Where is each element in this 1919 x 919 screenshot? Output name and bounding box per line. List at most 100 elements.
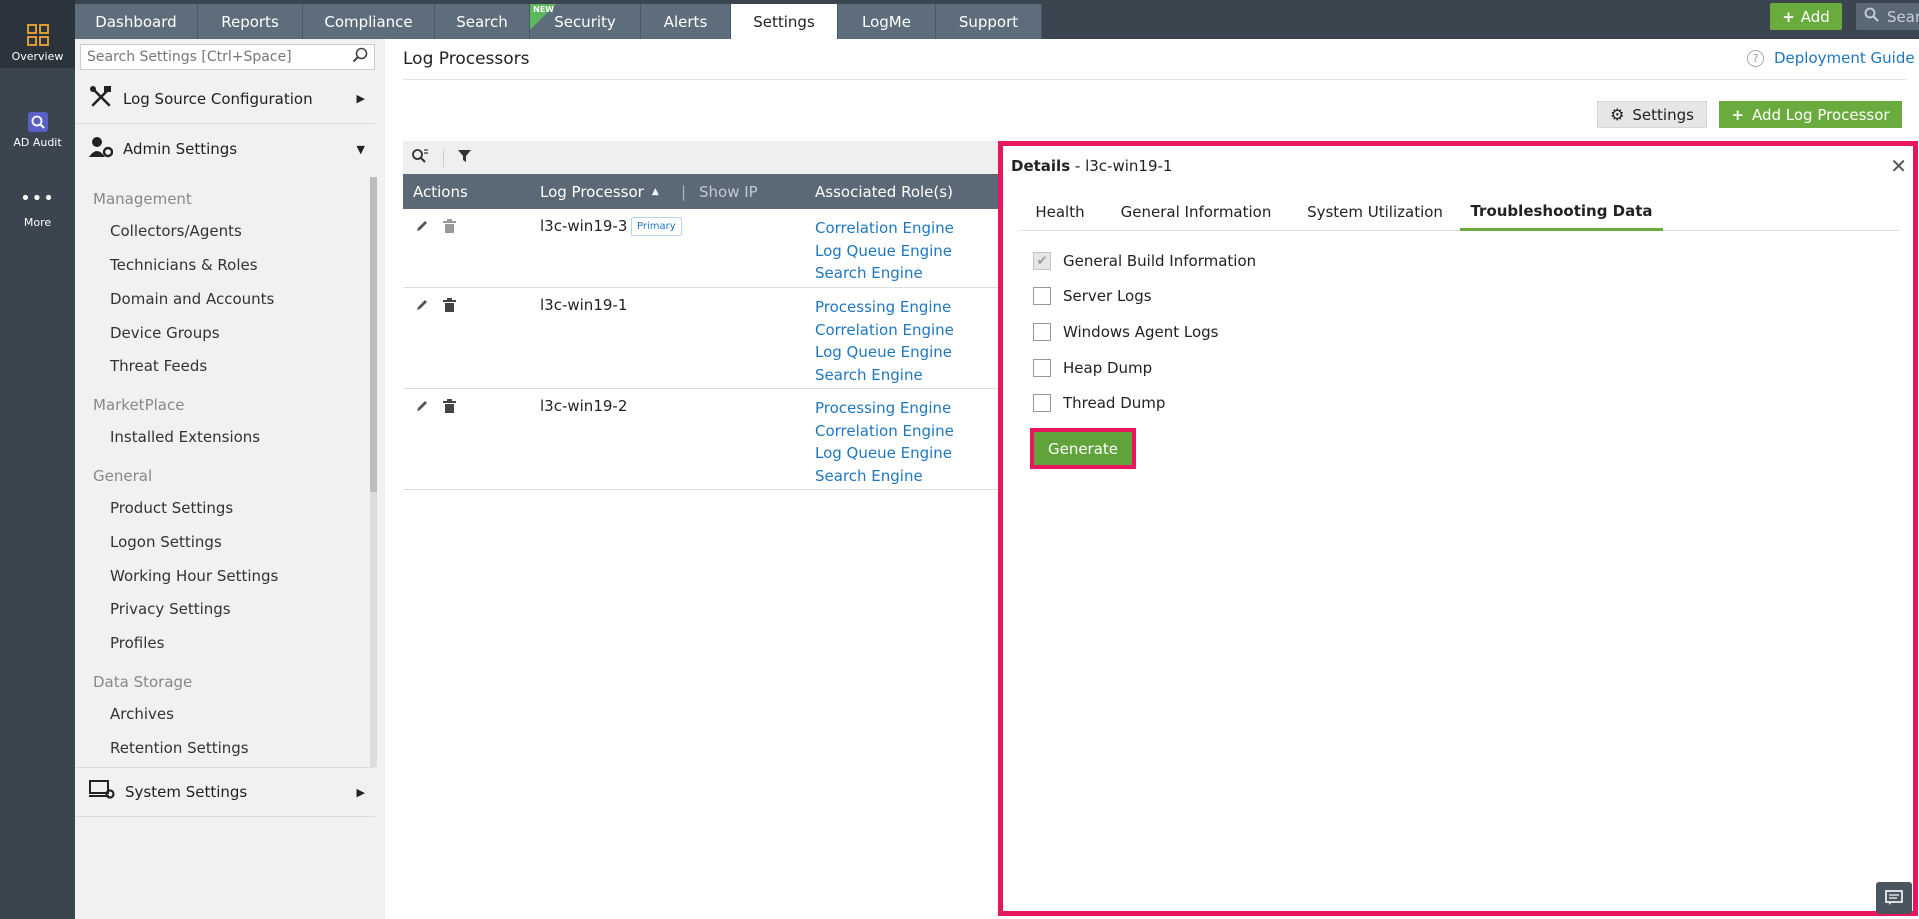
settings-button[interactable]: ⚙ Settings: [1597, 101, 1707, 128]
option-label: General Build Information: [1063, 252, 1257, 270]
tab-system-utilization[interactable]: System Utilization: [1290, 193, 1460, 231]
link-logon-settings[interactable]: Logon Settings: [110, 533, 222, 551]
page-title: Log Processors: [403, 49, 530, 69]
tab-general-information[interactable]: General Information: [1102, 193, 1290, 231]
role-link[interactable]: Search Engine: [815, 364, 954, 387]
trash-icon[interactable]: [443, 399, 456, 417]
section-log-source-configuration[interactable]: Log Source Configuration ▶: [75, 74, 375, 124]
checkbox[interactable]: [1033, 394, 1051, 412]
option-thread-dump[interactable]: Thread Dump: [1033, 394, 1165, 412]
checkbox[interactable]: [1033, 287, 1051, 305]
rail-ad-audit[interactable]: AD Audit: [0, 112, 75, 157]
details-subtitle: - l3c-win19-1: [1070, 157, 1173, 175]
monitor-gear-icon: [89, 779, 115, 805]
deployment-guide-link[interactable]: ? Deployment Guide: [1747, 49, 1915, 67]
divider: [403, 79, 1907, 80]
option-label: Thread Dump: [1063, 394, 1166, 412]
role-link[interactable]: Processing Engine: [815, 296, 954, 319]
help-icon: ?: [1747, 49, 1764, 67]
link-threat-feeds[interactable]: Threat Feeds: [110, 357, 207, 375]
group-label-management: Management: [93, 190, 192, 208]
link-profiles[interactable]: Profiles: [110, 634, 164, 652]
chat-icon[interactable]: [1876, 882, 1912, 914]
row-actions: [415, 219, 456, 237]
search-filter-icon[interactable]: [411, 148, 429, 168]
user-gear-icon: [89, 135, 114, 163]
tab-logme[interactable]: LogMe: [838, 4, 936, 39]
column-log-processor[interactable]: Log Processor ▲: [540, 174, 659, 209]
caret-right-icon: ▶: [356, 92, 365, 105]
section-admin-settings[interactable]: Admin Settings ▼: [75, 124, 375, 174]
option-heap-dump[interactable]: Heap Dump: [1033, 359, 1152, 377]
edit-icon[interactable]: [415, 399, 429, 417]
role-link[interactable]: Log Queue Engine: [815, 240, 954, 263]
role-link[interactable]: Log Queue Engine: [815, 341, 954, 364]
tab-troubleshooting-data[interactable]: Troubleshooting Data: [1460, 193, 1663, 231]
settings-search-placeholder: Search Settings [Ctrl+Space]: [87, 49, 292, 65]
link-technicians-roles[interactable]: Technicians & Roles: [110, 256, 258, 274]
sort-asc-icon: ▲: [651, 186, 659, 197]
trash-icon[interactable]: [443, 219, 456, 237]
global-search-placeholder: Search: [1887, 7, 1919, 26]
generate-button[interactable]: Generate: [1034, 432, 1132, 465]
role-link[interactable]: Search Engine: [815, 262, 954, 285]
tab-reports[interactable]: Reports: [198, 4, 303, 39]
tab-compliance[interactable]: Compliance: [303, 4, 435, 39]
role-link[interactable]: Correlation Engine: [815, 217, 954, 240]
link-privacy-settings[interactable]: Privacy Settings: [110, 600, 231, 618]
filter-icon[interactable]: [458, 149, 471, 167]
link-installed-extensions[interactable]: Installed Extensions: [110, 428, 260, 446]
checkbox[interactable]: [1033, 359, 1051, 377]
group-label-data-storage: Data Storage: [93, 673, 193, 691]
new-badge-text: NEW: [533, 5, 554, 14]
link-working-hour-settings[interactable]: Working Hour Settings: [110, 567, 278, 585]
checkbox[interactable]: [1033, 323, 1051, 341]
settings-button-label: Settings: [1632, 105, 1694, 124]
add-log-processor-button[interactable]: + Add Log Processor: [1719, 101, 1902, 128]
link-product-settings[interactable]: Product Settings: [110, 499, 233, 517]
settings-search-input[interactable]: Search Settings [Ctrl+Space]: [80, 44, 375, 70]
option-windows-agent-logs[interactable]: Windows Agent Logs: [1033, 323, 1219, 341]
section-system-settings[interactable]: System Settings ▶: [75, 767, 375, 817]
plus-icon: +: [1731, 105, 1744, 124]
link-collectors-agents[interactable]: Collectors/Agents: [110, 222, 242, 240]
role-link[interactable]: Correlation Engine: [815, 420, 954, 443]
option-server-logs[interactable]: Server Logs: [1033, 287, 1152, 305]
link-device-groups[interactable]: Device Groups: [110, 324, 220, 342]
tab-alerts[interactable]: Alerts: [641, 4, 731, 39]
role-link[interactable]: Search Engine: [815, 465, 954, 488]
edit-icon[interactable]: [415, 219, 429, 237]
sidebar-scroll-thumb[interactable]: [370, 177, 377, 492]
tab-security[interactable]: NEW Security: [530, 4, 641, 39]
link-archives[interactable]: Archives: [110, 705, 174, 723]
role-link[interactable]: Log Queue Engine: [815, 442, 954, 465]
add-button[interactable]: + Add: [1770, 3, 1842, 30]
tab-settings[interactable]: Settings: [731, 4, 838, 39]
toolbar-separator: [443, 148, 444, 167]
dots-icon: •••: [20, 188, 55, 209]
tab-health[interactable]: Health: [1018, 193, 1102, 231]
link-domain-accounts[interactable]: Domain and Accounts: [110, 290, 274, 308]
role-link[interactable]: Correlation Engine: [815, 319, 954, 342]
link-retention-settings[interactable]: Retention Settings: [110, 739, 249, 757]
edit-icon[interactable]: [415, 298, 429, 316]
close-icon[interactable]: ✕: [1890, 154, 1907, 178]
role-link[interactable]: Processing Engine: [815, 397, 954, 420]
tab-support[interactable]: Support: [936, 4, 1042, 39]
left-rail: Overview AD Audit ••• More: [0, 0, 75, 919]
magnifier-icon: [0, 112, 75, 132]
show-ip-toggle[interactable]: Show IP: [699, 174, 758, 209]
tab-dashboard[interactable]: Dashboard: [75, 4, 198, 39]
global-search-input[interactable]: Search: [1856, 3, 1919, 30]
processor-name: l3c-win19-2: [540, 397, 628, 415]
search-icon: [352, 47, 368, 67]
primary-badge: Primary: [631, 217, 682, 236]
rail-overview[interactable]: Overview: [0, 0, 75, 68]
generate-highlight: Generate: [1030, 428, 1136, 469]
settings-sidebar: Search Settings [Ctrl+Space] Log Source …: [75, 39, 385, 919]
option-general-build-information[interactable]: ✔ General Build Information: [1033, 252, 1256, 270]
rail-more[interactable]: ••• More: [0, 188, 75, 239]
tab-search[interactable]: Search: [435, 4, 530, 39]
column-label: Log Processor: [540, 182, 644, 201]
trash-icon[interactable]: [443, 298, 456, 316]
